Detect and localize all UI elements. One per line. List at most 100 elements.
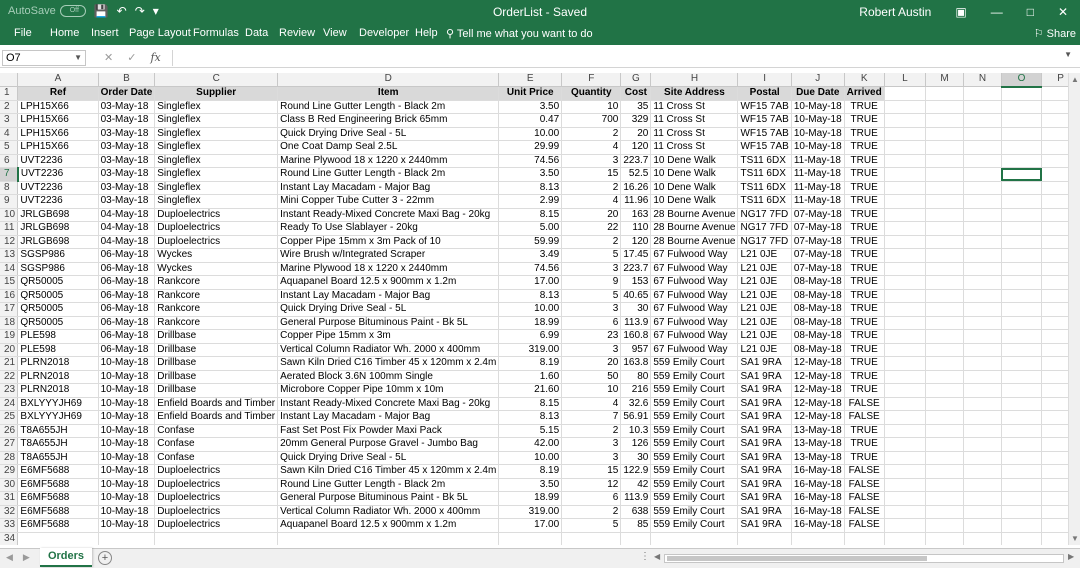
cell[interactable]: 28 Bourne Avenue bbox=[650, 221, 739, 236]
row-header[interactable]: 23 bbox=[0, 383, 19, 398]
cell[interactable] bbox=[963, 289, 1002, 303]
cell[interactable]: FALSE bbox=[844, 464, 885, 479]
cell[interactable]: SA1 9RA bbox=[737, 424, 792, 438]
cell[interactable] bbox=[925, 208, 965, 222]
cell[interactable] bbox=[884, 424, 927, 438]
cell[interactable]: 10-May-18 bbox=[791, 140, 845, 155]
row-header[interactable]: 14 bbox=[0, 262, 19, 276]
cell-table[interactable]: A B C D E F G H I J K L M N O P 1 Ref Order Date Supplier It… bbox=[0, 73, 1080, 545]
row-header[interactable]: 10 bbox=[0, 208, 19, 222]
cell[interactable] bbox=[1001, 208, 1043, 222]
cell[interactable]: 5 bbox=[561, 289, 622, 303]
cell[interactable]: 67 Fulwood Way bbox=[650, 262, 739, 276]
cell[interactable] bbox=[963, 356, 1002, 371]
cell[interactable] bbox=[1001, 181, 1043, 195]
cell[interactable]: 700 bbox=[561, 113, 622, 128]
cell[interactable]: 10-May-18 bbox=[98, 505, 156, 519]
cell[interactable]: LPH15X66 bbox=[17, 140, 99, 155]
cell[interactable]: 10 Dene Walk bbox=[650, 181, 739, 195]
cell[interactable]: Duploelectrics bbox=[154, 464, 279, 479]
cell[interactable]: 10 bbox=[561, 100, 622, 114]
cell[interactable] bbox=[963, 343, 1002, 357]
cell[interactable]: 07-May-18 bbox=[791, 262, 845, 276]
cell[interactable]: 13-May-18 bbox=[791, 437, 845, 452]
row-header[interactable]: 31 bbox=[0, 491, 19, 506]
cell[interactable] bbox=[884, 478, 927, 492]
cell[interactable]: PLRN2018 bbox=[17, 383, 99, 398]
cell[interactable] bbox=[963, 410, 1002, 425]
row-header[interactable]: 3 bbox=[0, 113, 19, 128]
cell[interactable]: 10-May-18 bbox=[791, 127, 845, 141]
cell[interactable] bbox=[884, 370, 927, 384]
cell[interactable]: E6MF5688 bbox=[17, 491, 99, 506]
cell[interactable] bbox=[1001, 113, 1043, 128]
cell[interactable]: 07-May-18 bbox=[791, 208, 845, 222]
cell[interactable]: 06-May-18 bbox=[98, 329, 156, 344]
cell[interactable]: 06-May-18 bbox=[98, 289, 156, 303]
cell[interactable]: 10.3 bbox=[620, 424, 652, 438]
cell[interactable]: SA1 9RA bbox=[737, 370, 792, 384]
cell[interactable]: 113.9 bbox=[620, 316, 652, 330]
row-header[interactable]: 16 bbox=[0, 289, 19, 303]
expand-formula-bar-icon[interactable]: ▼ bbox=[1064, 50, 1072, 59]
cell[interactable]: LPH15X66 bbox=[17, 127, 99, 141]
cell[interactable]: 10 Dene Walk bbox=[650, 194, 739, 209]
cell[interactable]: 126 bbox=[620, 437, 652, 452]
cell[interactable]: 6 bbox=[561, 316, 622, 330]
cell[interactable] bbox=[884, 86, 927, 101]
cell[interactable]: 42.00 bbox=[498, 437, 563, 452]
cell[interactable]: SGSP986 bbox=[17, 248, 99, 263]
column-header[interactable]: J bbox=[791, 73, 845, 87]
cell[interactable] bbox=[98, 532, 156, 545]
cell[interactable]: 29.99 bbox=[498, 140, 563, 155]
enter-icon[interactable]: ✓ bbox=[127, 51, 136, 64]
scroll-split-handle[interactable]: ⋮ bbox=[640, 551, 650, 562]
cell[interactable]: TRUE bbox=[844, 235, 885, 249]
row-header[interactable]: 30 bbox=[0, 478, 19, 492]
tab-file[interactable]: File bbox=[14, 27, 32, 39]
cell[interactable]: WF15 7AB bbox=[737, 113, 792, 128]
row-header[interactable]: 5 bbox=[0, 140, 19, 155]
cell[interactable] bbox=[1001, 356, 1043, 371]
tell-me-box[interactable]: ⚲ Tell me what you want to do bbox=[446, 27, 593, 40]
cell[interactable]: 12-May-18 bbox=[791, 397, 845, 411]
cell[interactable]: QR50005 bbox=[17, 275, 99, 290]
cell[interactable]: NG17 7FD bbox=[737, 235, 792, 249]
cell[interactable]: 3.50 bbox=[498, 100, 563, 114]
cell[interactable]: SA1 9RA bbox=[737, 437, 792, 452]
cell[interactable]: 329 bbox=[620, 113, 652, 128]
cell[interactable]: TRUE bbox=[844, 329, 885, 344]
cell[interactable]: 2 bbox=[561, 505, 622, 519]
cell[interactable]: 1.60 bbox=[498, 370, 563, 384]
cell[interactable]: 3 bbox=[561, 302, 622, 317]
cell[interactable]: 10-May-18 bbox=[98, 491, 156, 506]
cell[interactable] bbox=[154, 532, 279, 545]
cell[interactable] bbox=[963, 208, 1002, 222]
cell[interactable] bbox=[884, 140, 927, 155]
cell[interactable]: 56.91 bbox=[620, 410, 652, 425]
cell[interactable] bbox=[963, 464, 1002, 479]
cell[interactable] bbox=[925, 289, 965, 303]
cell[interactable]: 42 bbox=[620, 478, 652, 492]
cell[interactable]: TRUE bbox=[844, 383, 885, 398]
cell[interactable] bbox=[925, 478, 965, 492]
cell[interactable]: Duploelectrics bbox=[154, 208, 279, 222]
header-cell[interactable]: Arrived bbox=[844, 86, 885, 101]
cell[interactable] bbox=[963, 154, 1002, 168]
cell[interactable]: 8.13 bbox=[498, 410, 563, 425]
cell[interactable] bbox=[1001, 248, 1043, 263]
cell[interactable]: 06-May-18 bbox=[98, 275, 156, 290]
cell[interactable]: Drillbase bbox=[154, 370, 279, 384]
cell[interactable]: 11-May-18 bbox=[791, 194, 845, 209]
cell[interactable]: Duploelectrics bbox=[154, 235, 279, 249]
cell[interactable]: UVT2236 bbox=[17, 154, 99, 168]
cell[interactable] bbox=[925, 248, 965, 263]
cell[interactable]: Rankcore bbox=[154, 302, 279, 317]
cell[interactable] bbox=[884, 451, 927, 465]
cell[interactable]: 06-May-18 bbox=[98, 302, 156, 317]
cell[interactable]: SGSP986 bbox=[17, 262, 99, 276]
name-box[interactable]: O7 ▼ bbox=[2, 50, 86, 66]
cell[interactable]: 85 bbox=[620, 518, 652, 533]
column-header[interactable]: E bbox=[498, 73, 563, 87]
cell[interactable] bbox=[1001, 383, 1043, 398]
